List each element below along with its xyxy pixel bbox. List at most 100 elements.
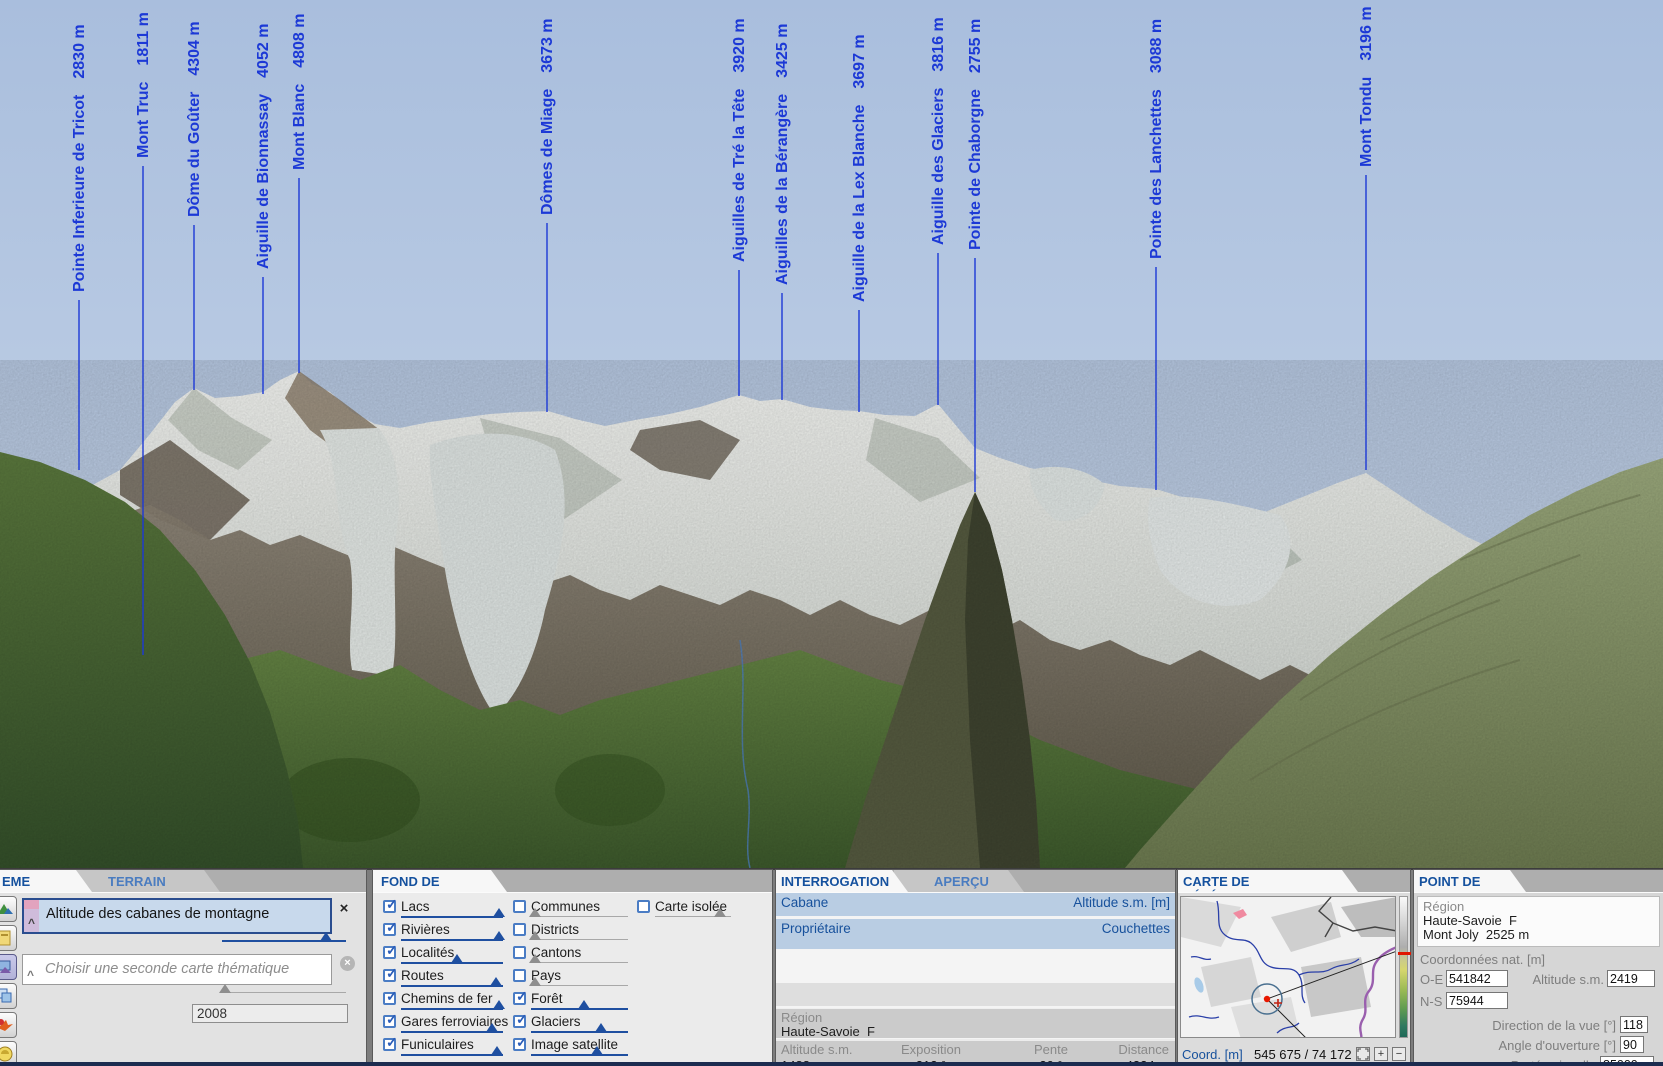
second-theme-placeholder: Choisir une seconde carte thématique: [45, 961, 289, 977]
ns-input[interactable]: [1446, 992, 1508, 1009]
cabane-label: Cabane: [781, 895, 828, 910]
aperture-input[interactable]: [1620, 1036, 1644, 1053]
slider-thumb[interactable]: [493, 908, 505, 917]
tab-carte-de-reference[interactable]: CARTE DE RÉFÉRENCE: [1178, 870, 1358, 892]
query-row-proprietaire[interactable]: Propriétaire Couchettes: [776, 919, 1175, 949]
checkbox-checked[interactable]: ✓: [383, 1038, 396, 1051]
slider-thumb[interactable]: [529, 931, 541, 940]
layer-label: Glaciers: [531, 1014, 581, 1029]
second-theme-dropdown[interactable]: ^ Choisir une seconde carte thématique: [22, 954, 332, 985]
close-theme-button[interactable]: ×: [336, 901, 352, 917]
theme-panel: TERRAIN EME ^ Alt: [0, 870, 366, 1064]
slider-thumb[interactable]: [529, 954, 541, 963]
checkbox-unchecked[interactable]: [513, 969, 526, 982]
slider-thumb[interactable]: [490, 977, 502, 986]
slider-thumb[interactable]: [591, 1046, 603, 1055]
close-second-theme-button-disabled: ×: [340, 956, 355, 971]
tab-terrain[interactable]: TERRAIN: [70, 870, 220, 892]
theme-opacity-slider[interactable]: [222, 940, 346, 942]
layer-opacity-slider[interactable]: [401, 1008, 503, 1010]
tool-button-3[interactable]: [0, 954, 17, 980]
slider-thumb[interactable]: [529, 977, 541, 986]
slider-thumb[interactable]: [529, 908, 541, 917]
checkbox-checked[interactable]: ✓: [383, 969, 396, 982]
layer-opacity-slider[interactable]: [531, 916, 628, 917]
theme-layer-dropdown[interactable]: ^ Altitude des cabanes de montagne: [22, 898, 332, 934]
tool-button-1[interactable]: [0, 896, 17, 922]
layer-opacity-slider[interactable]: [531, 1054, 628, 1056]
checkbox-checked[interactable]: ✓: [383, 900, 396, 913]
slider-thumb[interactable]: [595, 1023, 607, 1032]
layer-opacity-slider[interactable]: [401, 916, 503, 918]
second-theme-slider[interactable]: [222, 992, 346, 993]
oe-input[interactable]: [1446, 970, 1508, 987]
peak-label: Mont Truc1811 m: [135, 12, 152, 158]
layer-column-2: CommunesDistrictsCantonsPays✓Forêt✓Glaci…: [513, 899, 627, 1060]
checkbox-checked[interactable]: ✓: [383, 992, 396, 1005]
region-value: Haute-Savoie F: [781, 1024, 875, 1039]
slider-thumb[interactable]: [493, 1000, 505, 1009]
zoom-in-button[interactable]: +: [1374, 1047, 1388, 1061]
chevron-up-icon[interactable]: ^: [28, 916, 35, 930]
viewpoint-dot: [1264, 996, 1270, 1002]
layer-opacity-slider[interactable]: [531, 939, 628, 940]
layer-opacity-slider[interactable]: [401, 1031, 503, 1033]
checkbox-unchecked[interactable]: [513, 900, 526, 913]
layer-opacity-slider[interactable]: [531, 1031, 628, 1033]
tab-fond-de-carte[interactable]: FOND DE CARTE: [373, 870, 507, 892]
slider-thumb[interactable]: [493, 931, 505, 940]
checkbox-checked[interactable]: ✓: [383, 923, 396, 936]
layer-opacity-slider[interactable]: [531, 985, 628, 986]
tool-button-5[interactable]: [0, 1012, 17, 1038]
checkbox-checked[interactable]: ✓: [513, 992, 526, 1005]
peak-label: Aiguille de la Lex Blanche3697 m: [851, 34, 868, 302]
slider-thumb[interactable]: [451, 954, 463, 963]
checkbox-unchecked[interactable]: [637, 900, 650, 913]
control-panel-bar: TERRAIN EME ^ Alt: [0, 868, 1663, 1062]
slider-thumb[interactable]: [714, 908, 726, 917]
layer-opacity-slider[interactable]: [401, 939, 503, 941]
tool-button-2[interactable]: [0, 925, 17, 951]
viewpoint-panel-content: Région Haute-Savoie F Mont Joly 2525 m C…: [1414, 892, 1663, 1064]
tab-point-de-vue[interactable]: POINT DE VUE: [1414, 870, 1526, 892]
fit-extent-button[interactable]: [1356, 1047, 1370, 1061]
slider-thumb[interactable]: [320, 932, 332, 941]
peak-label: Dôme du Goûter4304 m: [186, 21, 203, 217]
layer-opacity-slider[interactable]: [655, 916, 731, 917]
layer-opacity-slider[interactable]: [401, 1054, 503, 1056]
direction-label: Direction de la vue [°]: [1454, 1018, 1616, 1033]
checkbox-unchecked[interactable]: [513, 923, 526, 936]
terrain-3d-view[interactable]: Pointe Inferieure de Tricot2830 mMont Tr…: [0, 0, 1663, 868]
layer-opacity-slider[interactable]: [401, 962, 503, 964]
couchettes-header: Couchettes: [1102, 921, 1170, 936]
tab-interrogation[interactable]: INTERROGATION: [776, 870, 908, 892]
slider-thumb[interactable]: [486, 1023, 498, 1032]
checkbox-checked[interactable]: ✓: [513, 1015, 526, 1028]
layer-opacity-slider[interactable]: [531, 1008, 628, 1010]
direction-input[interactable]: [1620, 1016, 1648, 1033]
checkbox-unchecked[interactable]: [513, 946, 526, 959]
layer-label: Image satellite: [531, 1037, 618, 1052]
year-input[interactable]: [192, 1004, 348, 1023]
reference-map[interactable]: [1180, 896, 1396, 1038]
checkbox-checked[interactable]: ✓: [383, 1015, 396, 1028]
slider-thumb[interactable]: [491, 1046, 503, 1055]
layer-opacity-slider[interactable]: [531, 962, 628, 963]
tab-apercu[interactable]: APERÇU: [894, 870, 1024, 892]
checkbox-checked[interactable]: ✓: [513, 1038, 526, 1051]
aperture-label: Angle d'ouverture [°]: [1454, 1038, 1616, 1053]
altitude-input[interactable]: [1607, 970, 1655, 987]
reference-panel-header: CARTE DE RÉFÉRENCE: [1178, 870, 1410, 892]
query-row-cabane[interactable]: Cabane Altitude s.m. [m]: [776, 893, 1175, 916]
layer-opacity-slider[interactable]: [401, 985, 503, 987]
basemap-panel-header: FOND DE CARTE: [373, 870, 772, 892]
layer-row: Cantons: [513, 945, 627, 968]
slider-thumb[interactable]: [578, 1000, 590, 1009]
checkbox-checked[interactable]: ✓: [383, 946, 396, 959]
tab-theme[interactable]: EME: [0, 870, 92, 892]
chevron-up-icon[interactable]: ^: [27, 968, 34, 982]
zoom-out-button[interactable]: −: [1392, 1047, 1406, 1061]
tool-button-4[interactable]: [0, 983, 17, 1009]
slider-thumb[interactable]: [219, 984, 231, 993]
layer-label: Rivières: [401, 922, 450, 937]
